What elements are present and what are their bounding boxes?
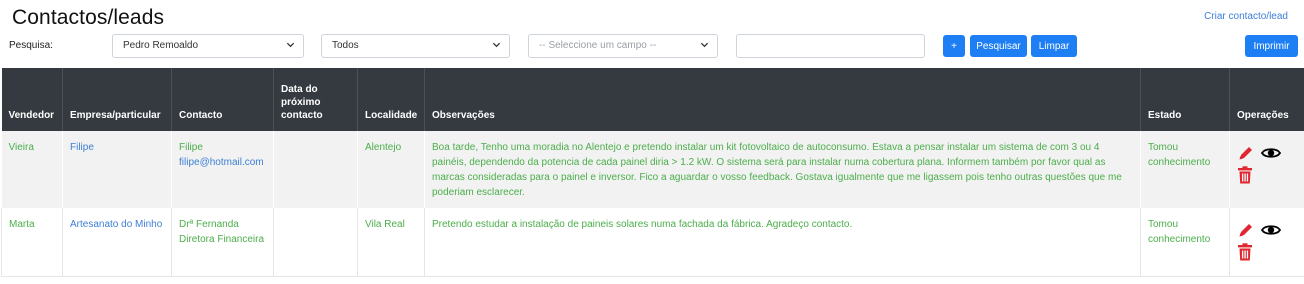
contact-name: Filipe [179, 142, 203, 153]
pencil-icon[interactable] [1237, 144, 1255, 162]
header-contacto: Contacto [171, 68, 274, 131]
eye-icon[interactable] [1261, 146, 1281, 160]
header-empresa: Empresa/particular [62, 68, 172, 131]
search-label: Pesquisa: [9, 40, 53, 51]
leads-table: Vendedor Empresa/particular Contacto Dat… [1, 68, 1304, 277]
pencil-icon[interactable] [1237, 221, 1255, 239]
status-select[interactable]: Todos [321, 34, 510, 58]
filter-bar: Pesquisa: Pedro Remoaldo Todos -- Selecc… [0, 34, 1304, 60]
field-select-value: -- Seleccione um campo -- [539, 40, 657, 51]
header-estado: Estado [1140, 68, 1230, 131]
create-contact-link[interactable]: Criar contacto/lead [1204, 11, 1288, 22]
cell-contacto: Filipe filipe@hotmail.com [171, 131, 274, 208]
contact-name: Drª Fernanda [179, 219, 239, 230]
add-button[interactable]: + [943, 35, 965, 57]
cell-empresa-link[interactable]: Artesanato do Minho [62, 208, 172, 277]
table-row: Marta Artesanato do Minho Drª Fernanda D… [1, 208, 1304, 277]
field-select[interactable]: -- Seleccione um campo -- [528, 34, 718, 58]
cell-observacoes: Boa tarde, Tenho uma moradia no Alentejo… [424, 131, 1141, 208]
cell-estado: Tomou conhecimento [1140, 208, 1230, 277]
cell-vendedor: Vieira [1, 131, 63, 208]
chevron-down-icon [492, 42, 501, 48]
chevron-down-icon [286, 42, 295, 48]
cell-data [273, 131, 358, 208]
cell-observacoes: Pretendo estudar a instalação de paineis… [424, 208, 1141, 277]
cell-estado: Tomou conhecimento [1140, 131, 1230, 208]
cell-empresa-link[interactable]: Filipe [62, 131, 172, 208]
contact-role: Diretora Financeira [179, 234, 265, 245]
cell-contacto: Drª Fernanda Diretora Financeira [171, 208, 274, 277]
status-select-value: Todos [332, 40, 359, 51]
table-header-row: Vendedor Empresa/particular Contacto Dat… [1, 68, 1304, 131]
seller-select-value: Pedro Remoaldo [123, 40, 199, 51]
clear-button[interactable]: Limpar [1031, 35, 1077, 57]
cell-operacoes [1229, 208, 1304, 277]
cell-localidade: Vila Real [357, 208, 425, 277]
header-data-proximo-contacto: Data do próximo contacto [273, 68, 358, 131]
trash-icon[interactable] [1237, 166, 1253, 184]
header-vendedor: Vendedor [1, 68, 63, 131]
contact-email-link[interactable]: filipe@hotmail.com [179, 155, 266, 170]
eye-icon[interactable] [1261, 223, 1281, 237]
page-title: Contactos/leads [12, 6, 165, 29]
cell-vendedor: Marta [1, 208, 63, 277]
cell-data [273, 208, 358, 277]
seller-select[interactable]: Pedro Remoaldo [112, 34, 304, 58]
header-observacoes: Observações [424, 68, 1141, 131]
chevron-down-icon [700, 42, 709, 48]
cell-operacoes [1229, 131, 1304, 208]
print-button[interactable]: Imprimir [1245, 35, 1298, 57]
search-input[interactable] [736, 34, 925, 58]
trash-icon[interactable] [1237, 243, 1253, 261]
header-localidade: Localidade [357, 68, 425, 131]
search-button[interactable]: Pesquisar [970, 35, 1027, 57]
header-operacoes: Operações [1229, 68, 1304, 131]
table-row: Vieira Filipe Filipe filipe@hotmail.com … [1, 131, 1304, 208]
cell-localidade: Alentejo [357, 131, 425, 208]
